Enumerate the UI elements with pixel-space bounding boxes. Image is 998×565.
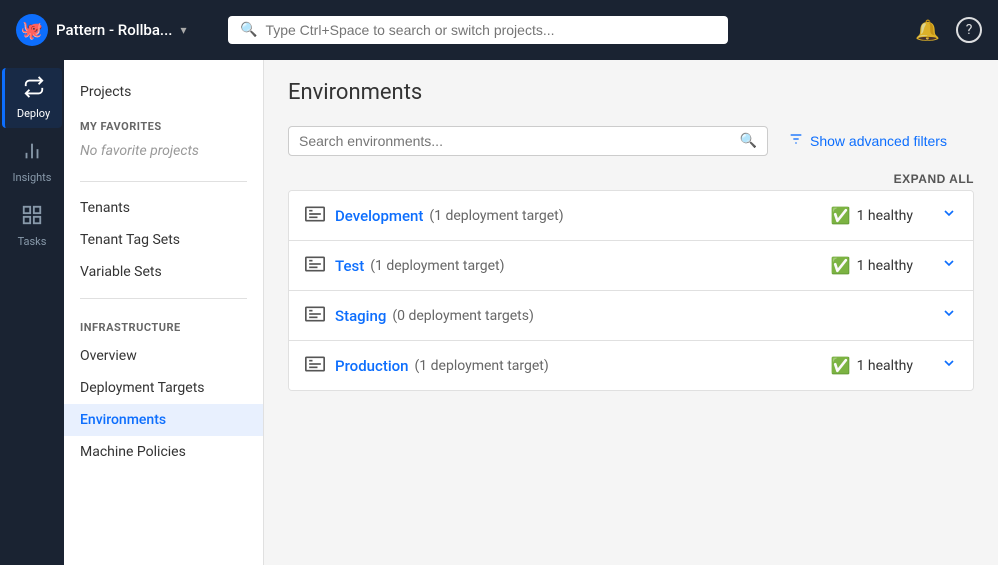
sidebar-item-overview[interactable]: Overview — [64, 340, 263, 372]
env-targets-production: (1 deployment target) — [415, 358, 549, 374]
env-icon-staging — [305, 306, 325, 326]
advanced-filter-button[interactable]: Show advanced filters — [780, 125, 955, 156]
env-targets-test: (1 deployment target) — [370, 258, 504, 274]
env-name-production[interactable]: Production — [335, 357, 409, 375]
status-text-test: 1 healthy — [857, 258, 913, 274]
project-dropdown-icon: ▾ — [180, 23, 186, 37]
main-layout: Deploy Insights Tasks Projects MY FAVORI… — [0, 60, 998, 565]
page-title: Environments — [288, 80, 974, 105]
notification-icon[interactable]: 🔔 — [915, 18, 940, 42]
status-check-production: ✅ — [831, 356, 851, 375]
env-icon-development — [305, 206, 325, 226]
env-row-development[interactable]: Development (1 deployment target) ✅ 1 he… — [289, 191, 973, 241]
expand-all-row: EXPAND ALL — [288, 172, 974, 186]
env-status-test: ✅ 1 healthy — [831, 256, 913, 275]
sidebar-item-environments[interactable]: Environments — [64, 404, 263, 436]
expand-all-button[interactable]: EXPAND ALL — [894, 172, 974, 186]
project-name: Pattern - Rollba... — [56, 21, 172, 39]
secondary-sidebar: Projects MY FAVORITES No favorite projec… — [64, 60, 264, 565]
env-icon-test — [305, 256, 325, 276]
favorites-label: MY FAVORITES — [64, 108, 263, 139]
divider-2 — [80, 298, 247, 299]
env-row-test[interactable]: Test (1 deployment target) ✅ 1 healthy — [289, 241, 973, 291]
deploy-icon — [23, 76, 45, 103]
main-content: Environments 🔍 Show advanced filters EXP… — [264, 60, 998, 565]
tasks-icon — [21, 204, 43, 231]
help-icon[interactable]: ? — [956, 17, 982, 43]
env-chevron-production[interactable] — [941, 355, 957, 376]
sidebar-item-tenants[interactable]: Tenants — [64, 192, 263, 224]
advanced-filter-label: Show advanced filters — [810, 133, 947, 149]
env-chevron-test[interactable] — [941, 255, 957, 276]
sidebar-item-variable-sets[interactable]: Variable Sets — [64, 256, 263, 288]
env-name-staging[interactable]: Staging — [335, 307, 386, 325]
environments-list: Development (1 deployment target) ✅ 1 he… — [288, 190, 974, 391]
env-chevron-development[interactable] — [941, 205, 957, 226]
global-search-bar[interactable]: 🔍 — [228, 16, 728, 44]
header-icons: 🔔 ? — [915, 17, 982, 43]
filter-icon — [788, 131, 804, 150]
insights-label: Insights — [13, 171, 52, 184]
env-name-test[interactable]: Test — [335, 257, 364, 275]
left-sidebar: Deploy Insights Tasks — [0, 60, 64, 565]
global-search-input[interactable] — [265, 22, 716, 38]
no-favorites-text: No favorite projects — [64, 139, 263, 171]
top-header: 🐙 Pattern - Rollba... ▾ 🔍 🔔 ? — [0, 0, 998, 60]
status-check-test: ✅ — [831, 256, 851, 275]
deploy-label: Deploy — [17, 107, 50, 120]
env-search-icon: 🔍 — [740, 133, 757, 149]
project-selector[interactable]: 🐙 Pattern - Rollba... ▾ — [16, 14, 216, 46]
divider-1 — [80, 181, 247, 182]
env-targets-development: (1 deployment target) — [429, 208, 563, 224]
projects-link[interactable]: Projects — [64, 76, 263, 108]
status-text-development: 1 healthy — [857, 208, 913, 224]
infrastructure-label: INFRASTRUCTURE — [64, 309, 263, 340]
app-logo: 🐙 — [16, 14, 48, 46]
sidebar-item-tasks[interactable]: Tasks — [2, 196, 62, 256]
env-row-staging[interactable]: Staging (0 deployment targets) — [289, 291, 973, 341]
env-search-container: 🔍 — [288, 126, 768, 156]
env-status-development: ✅ 1 healthy — [831, 206, 913, 225]
filter-row: 🔍 Show advanced filters — [288, 125, 974, 156]
sidebar-item-insights[interactable]: Insights — [2, 132, 62, 192]
env-name-development[interactable]: Development — [335, 207, 423, 225]
env-targets-staging: (0 deployment targets) — [392, 308, 533, 324]
sidebar-item-tenant-tag-sets[interactable]: Tenant Tag Sets — [64, 224, 263, 256]
sidebar-item-machine-policies[interactable]: Machine Policies — [64, 436, 263, 468]
env-icon-production — [305, 356, 325, 376]
insights-icon — [21, 140, 43, 167]
status-check-development: ✅ — [831, 206, 851, 225]
env-row-production[interactable]: Production (1 deployment target) ✅ 1 hea… — [289, 341, 973, 390]
env-chevron-staging[interactable] — [941, 305, 957, 326]
env-status-production: ✅ 1 healthy — [831, 356, 913, 375]
tasks-label: Tasks — [18, 235, 47, 248]
status-text-production: 1 healthy — [857, 358, 913, 374]
env-search-input[interactable] — [299, 133, 732, 149]
search-icon: 🔍 — [240, 22, 257, 38]
sidebar-item-deployment-targets[interactable]: Deployment Targets — [64, 372, 263, 404]
sidebar-item-deploy[interactable]: Deploy — [2, 68, 62, 128]
